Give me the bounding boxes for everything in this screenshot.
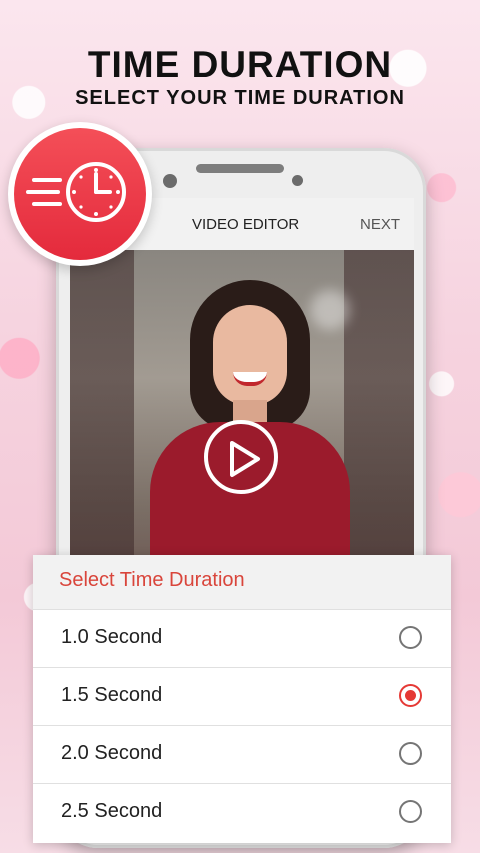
promo-subheadline: SELECT YOUR TIME DURATION xyxy=(75,87,405,109)
radio-button-selected[interactable] xyxy=(399,684,422,707)
duration-option-1-5[interactable]: 1.5 Second xyxy=(33,667,451,724)
duration-option-2-0[interactable]: 2.0 Second xyxy=(33,725,451,782)
duration-option-1-0[interactable]: 1.0 Second xyxy=(33,609,451,666)
timer-badge xyxy=(8,122,152,266)
radio-button[interactable] xyxy=(399,742,422,765)
promo-headline: TIME DURATION xyxy=(87,44,393,85)
radio-button[interactable] xyxy=(399,800,422,823)
dialog-header: Select Time Duration xyxy=(33,555,451,609)
play-button[interactable] xyxy=(204,420,278,494)
option-label: 1.0 Second xyxy=(61,626,163,648)
duration-option-2-5[interactable]: 2.5 Second xyxy=(33,783,451,840)
time-duration-dialog: Select Time Duration 1.0 Second 1.5 Seco… xyxy=(33,555,451,843)
option-label: 2.0 Second xyxy=(61,742,163,764)
dialog-title: Select Time Duration xyxy=(59,569,245,591)
phone-camera xyxy=(163,174,177,188)
radio-button[interactable] xyxy=(399,626,422,649)
phone-speaker xyxy=(196,164,284,173)
play-icon xyxy=(230,441,260,477)
option-label: 2.5 Second xyxy=(61,800,163,822)
timer-clock-icon xyxy=(26,162,126,222)
phone-sensor xyxy=(292,175,303,186)
next-button[interactable]: NEXT xyxy=(360,216,400,233)
app-title: VIDEO EDITOR xyxy=(192,216,300,233)
option-label: 1.5 Second xyxy=(61,684,163,706)
